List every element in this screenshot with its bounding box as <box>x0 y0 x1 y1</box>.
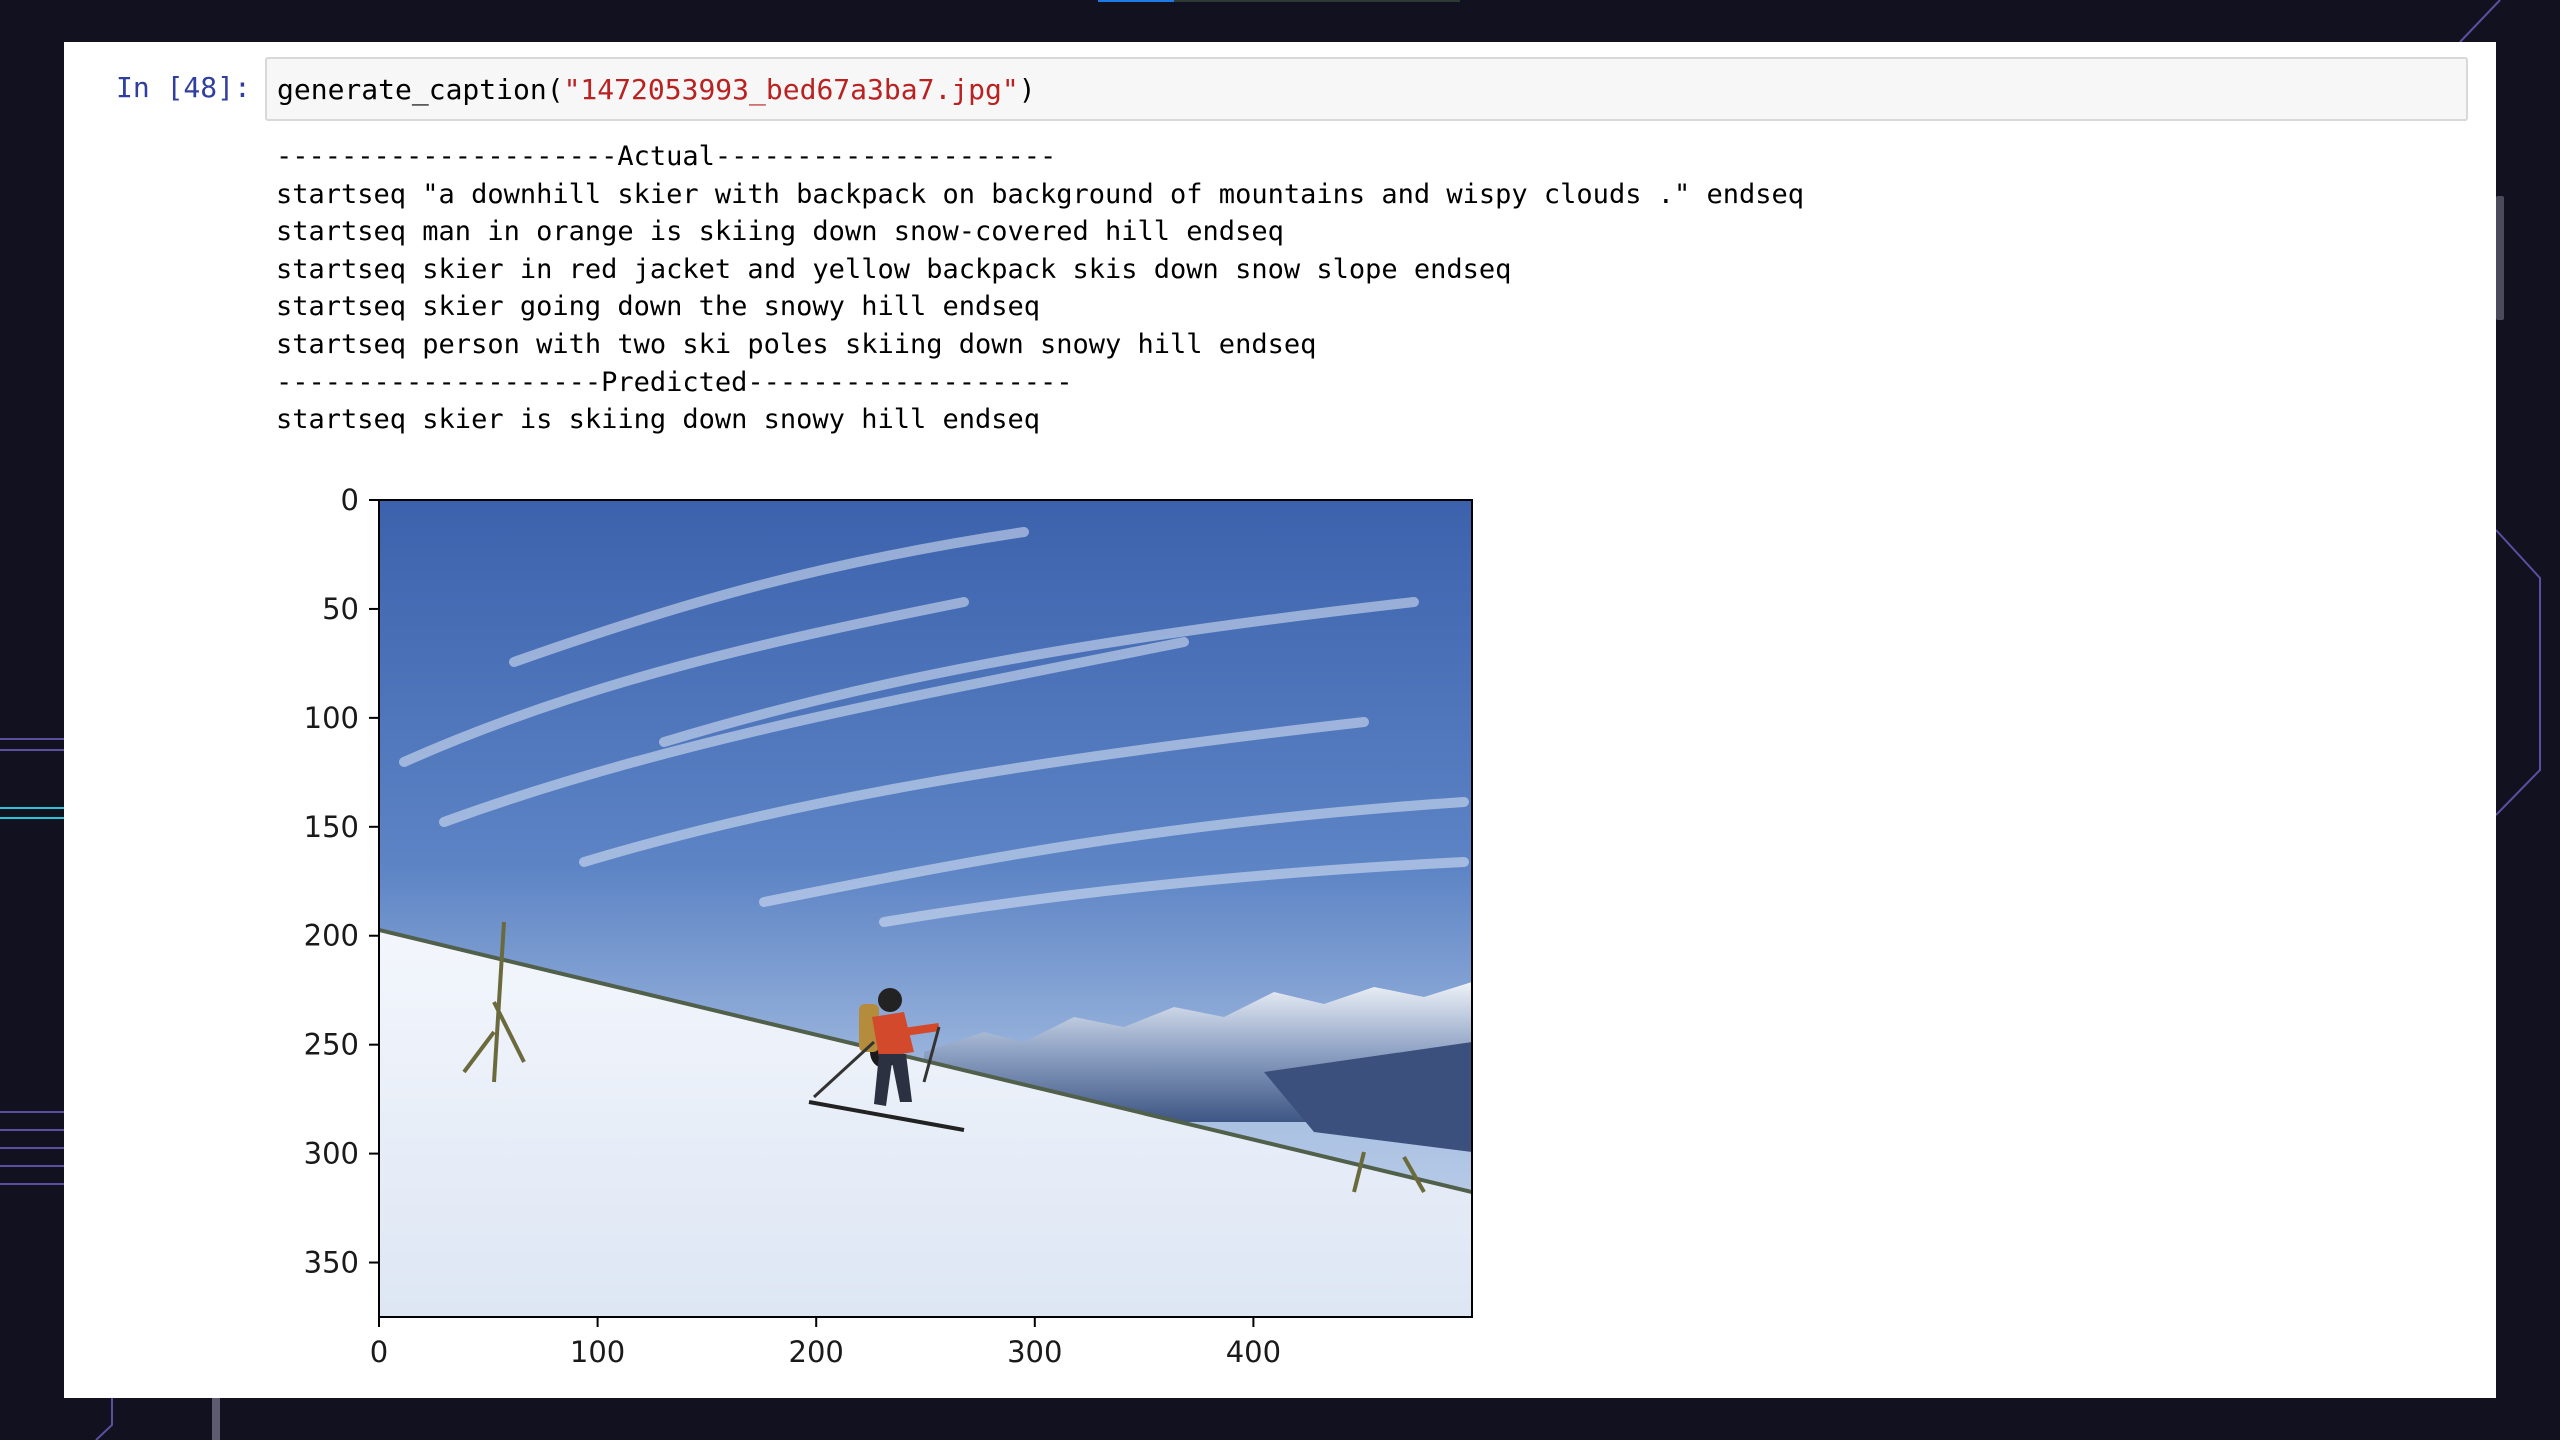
y-tick-label: 350 <box>304 1246 359 1280</box>
x-tick-label: 100 <box>570 1335 625 1369</box>
code-input[interactable]: generate_caption("1472053993_bed67a3ba7.… <box>265 57 2468 121</box>
cell-output: ---------------------Actual-------------… <box>276 138 2426 439</box>
code-line: generate_caption("1472053993_bed67a3ba7.… <box>277 72 1036 108</box>
y-tick-label: 200 <box>304 919 359 953</box>
actual-caption: startseq skier going down the snowy hill… <box>276 291 1041 323</box>
code-function: generate_caption( <box>277 73 564 106</box>
x-tick-label: 400 <box>1226 1335 1281 1369</box>
predicted-header: --------------------Predicted-----------… <box>276 366 1073 398</box>
notebook-cell: In [48]: generate_caption("1472053993_be… <box>64 42 2496 1398</box>
y-tick-label: 300 <box>304 1137 359 1171</box>
y-tick-label: 0 <box>341 483 359 517</box>
plot-frame <box>378 499 1473 1318</box>
actual-caption: startseq person with two ski poles skiin… <box>276 328 1317 360</box>
window-top-track <box>1174 0 1460 2</box>
actual-caption: startseq man in orange is skiing down sn… <box>276 216 1284 248</box>
code-string: "1472053993_bed67a3ba7.jpg" <box>563 73 1019 106</box>
x-tick-label: 200 <box>789 1335 844 1369</box>
code-close: ) <box>1018 73 1036 106</box>
actual-header: ---------------------Actual-------------… <box>276 141 1057 172</box>
y-tick-label: 150 <box>304 810 359 844</box>
y-tick-label: 100 <box>304 701 359 735</box>
x-tick-label: 300 <box>1007 1335 1062 1369</box>
skier-photo <box>379 500 1472 1317</box>
y-tick-label: 50 <box>322 592 359 626</box>
skier-figure <box>808 988 965 1132</box>
y-axis: 0 50 100 150 200 250 300 350 <box>304 483 379 1280</box>
y-tick-label: 250 <box>304 1028 359 1062</box>
divider-strip <box>212 1397 220 1440</box>
x-axis: 0 100 200 300 400 <box>370 1317 1281 1369</box>
scrollbar-thumb[interactable] <box>2496 196 2504 320</box>
actual-caption: startseq skier in red jacket and yellow … <box>276 253 1512 285</box>
actual-caption: startseq "a downhill skier with backpack… <box>276 178 1805 210</box>
predicted-caption: startseq skier is skiing down snowy hill… <box>276 404 1041 436</box>
x-tick-label: 0 <box>370 1335 388 1369</box>
window-accent-bar <box>1098 0 1174 2</box>
